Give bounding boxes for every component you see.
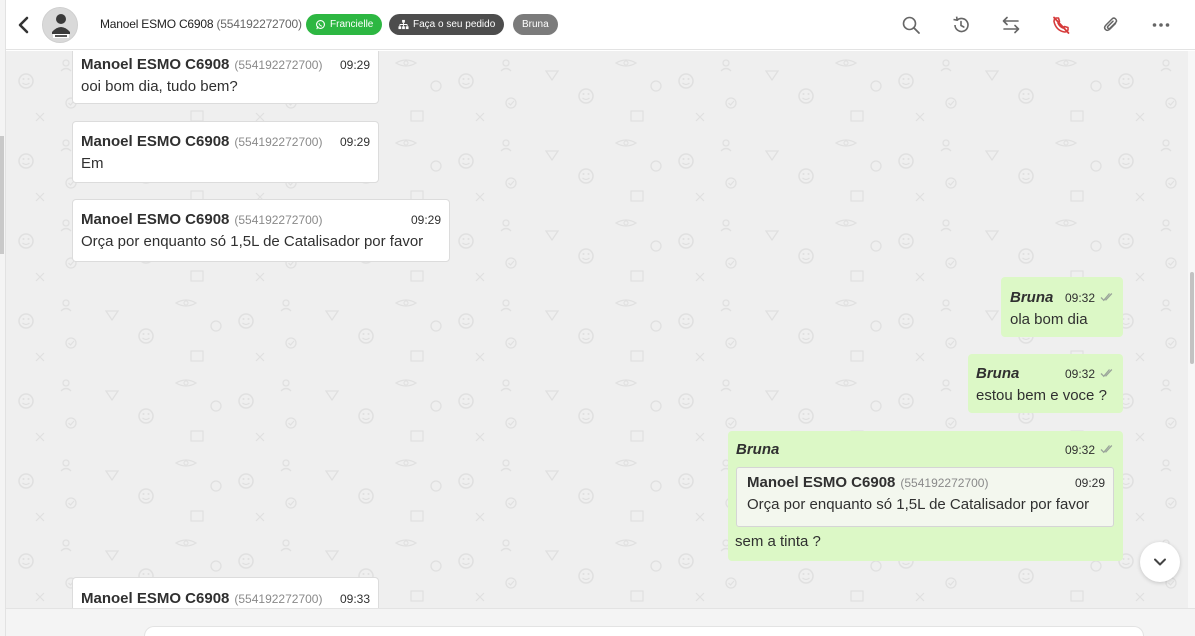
message-time: 09:33 <box>339 592 370 606</box>
message-incoming[interactable]: Manoel ESMO C6908 (554192272700) 09:29 o… <box>72 51 379 104</box>
message-text: ola bom dia <box>1010 311 1088 328</box>
message-outgoing-reply[interactable]: Bruna 09:32 Manoel ESMO C6908 (554192272… <box>728 431 1123 561</box>
message-sender: Bruna <box>1010 289 1054 306</box>
message-outgoing[interactable]: Bruna 09:32 estou bem e voce ? <box>968 354 1123 413</box>
chat-area[interactable]: Manoel ESMO C6908 (554192272700) 09:29 o… <box>6 51 1188 608</box>
quoted-sender: Manoel ESMO C6908 <box>747 474 896 491</box>
quoted-sender-phone: (554192272700) <box>900 476 989 490</box>
message-sender: Manoel ESMO C6908 <box>81 56 230 73</box>
end-call-icon[interactable] <box>1050 14 1072 36</box>
message-time: 09:32 <box>1064 367 1095 381</box>
message-incoming[interactable]: Manoel ESMO C6908 (554192272700) 09:33 <box>72 577 379 608</box>
message-sender: Manoel ESMO C6908 <box>81 211 230 228</box>
message-outgoing[interactable]: Bruna 09:32 ola bom dia <box>1001 277 1123 337</box>
search-icon[interactable] <box>900 14 922 36</box>
composer-bar <box>6 608 1195 636</box>
message-sender-phone: (554192272700) <box>234 58 323 72</box>
message-text: ooi bom dia, tudo bem? <box>81 78 238 95</box>
chevron-down-icon <box>1154 558 1166 566</box>
message-sender-phone: (554192272700) <box>234 213 323 227</box>
sitemap-icon <box>398 19 409 30</box>
read-receipt-icon <box>1100 365 1115 382</box>
attachment-icon[interactable] <box>1100 14 1122 36</box>
message-time: 09:29 <box>339 58 370 72</box>
quoted-time: 09:29 <box>1074 476 1105 490</box>
left-rail-marker <box>0 136 4 254</box>
contact-name: Manoel ESMO C6908 <box>100 17 214 31</box>
message-time: 09:32 <box>1064 443 1095 457</box>
history-icon[interactable] <box>950 14 972 36</box>
tag-francielle[interactable]: Francielle <box>306 14 383 35</box>
left-rail <box>0 0 6 636</box>
tag-bruna[interactable]: Bruna <box>513 14 558 35</box>
read-receipt-icon <box>1100 289 1115 306</box>
message-sender-phone: (554192272700) <box>234 592 323 606</box>
transfer-icon[interactable] <box>1000 14 1022 36</box>
message-sender: Bruna <box>736 441 780 458</box>
message-time: 09:29 <box>410 213 441 227</box>
scroll-to-bottom-button[interactable] <box>1140 542 1180 582</box>
tag-label: Faça o seu pedido <box>413 19 496 30</box>
message-text: sem a tinta ? <box>735 533 821 550</box>
back-icon[interactable] <box>14 14 34 36</box>
contact-title[interactable]: Manoel ESMO C6908 (554192272700) <box>100 17 302 31</box>
message-text: Em <box>81 155 104 172</box>
whatsapp-icon <box>316 20 325 30</box>
message-incoming[interactable]: Manoel ESMO C6908 (554192272700) 09:29 E… <box>72 121 379 183</box>
contact-phone: (554192272700) <box>216 17 302 31</box>
message-incoming[interactable]: Manoel ESMO C6908 (554192272700) 09:29 O… <box>72 199 450 262</box>
message-text: estou bem e voce ? <box>976 387 1107 404</box>
message-sender: Manoel ESMO C6908 <box>81 590 230 607</box>
message-sender: Bruna <box>976 365 1020 382</box>
contact-avatar[interactable] <box>42 7 78 43</box>
tag-label: Francielle <box>330 19 374 30</box>
tag-faca-o-seu-pedido[interactable]: Faça o seu pedido <box>389 14 505 35</box>
quoted-message[interactable]: Manoel ESMO C6908 (554192272700) 09:29 O… <box>736 467 1114 527</box>
read-receipt-icon <box>1100 441 1115 458</box>
more-icon[interactable] <box>1150 14 1172 36</box>
message-text: Orça por enquanto só 1,5L de Catalisador… <box>81 233 424 250</box>
message-input[interactable] <box>144 626 1144 636</box>
message-time: 09:32 <box>1064 291 1095 305</box>
scrollbar-thumb[interactable] <box>1190 272 1194 364</box>
quoted-text: Orça por enquanto só 1,5L de Catalisador… <box>747 496 1090 513</box>
chat-header: Manoel ESMO C6908 (554192272700) Francie… <box>0 0 1195 50</box>
message-sender-phone: (554192272700) <box>234 135 323 149</box>
message-sender: Manoel ESMO C6908 <box>81 133 230 150</box>
tag-label: Bruna <box>522 19 549 30</box>
message-time: 09:29 <box>339 135 370 149</box>
